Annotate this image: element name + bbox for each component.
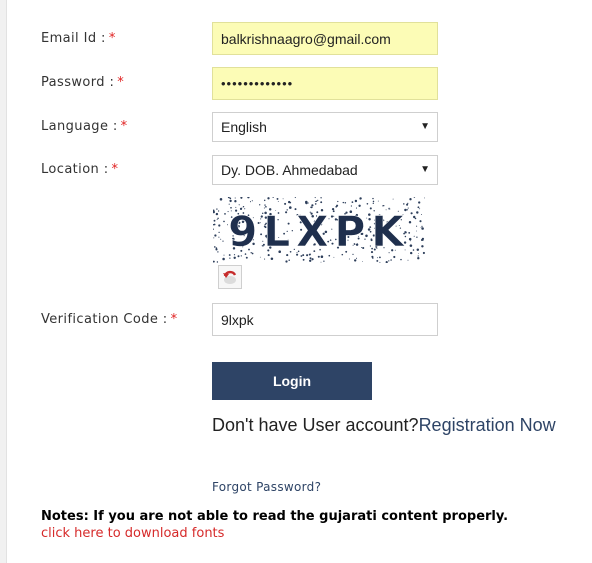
password-label-text: Password : <box>41 75 115 90</box>
chevron-down-icon: ▼ <box>420 121 430 132</box>
verification-label-text: Verification Code : <box>41 312 168 327</box>
verification-code-input[interactable] <box>212 303 438 336</box>
location-label-text: Location : <box>41 162 109 177</box>
language-label: Language : * <box>41 119 128 134</box>
required-marker: * <box>170 312 178 327</box>
required-marker: * <box>108 31 116 46</box>
notes-text: Notes: If you are not able to read the g… <box>41 509 509 524</box>
language-label-text: Language : <box>41 119 118 134</box>
password-input[interactable] <box>212 67 438 100</box>
login-button[interactable]: Login <box>212 362 372 400</box>
email-label: Email Id : * <box>41 31 116 46</box>
chevron-down-icon: ▼ <box>420 164 430 175</box>
registration-now-link[interactable]: Registration Now <box>419 415 556 435</box>
download-fonts-link[interactable]: click here to download fonts <box>41 526 224 541</box>
captcha-text: 9LXPK <box>228 207 410 256</box>
location-label: Location : * <box>41 162 118 177</box>
language-select[interactable]: English ▼ <box>212 112 438 142</box>
required-marker: * <box>120 119 128 134</box>
refresh-captcha-button[interactable] <box>218 265 242 289</box>
email-input[interactable] <box>212 22 438 55</box>
email-label-text: Email Id : <box>41 31 106 46</box>
registration-prompt: Don't have User account?Registration Now <box>212 415 562 435</box>
location-select[interactable]: Dy. DOB. Ahmedabad ▼ <box>212 155 438 185</box>
required-marker: * <box>111 162 119 177</box>
location-selected-value: Dy. DOB. Ahmedabad <box>221 162 358 178</box>
verification-label: Verification Code : * <box>41 312 177 327</box>
forgot-password-link[interactable]: Forgot Password? <box>212 480 321 494</box>
captcha-noise-icon: 9LXPK <box>212 196 426 264</box>
required-marker: * <box>117 75 125 90</box>
password-label: Password : * <box>41 75 124 90</box>
refresh-captcha-icon <box>223 270 237 284</box>
language-selected-value: English <box>221 119 267 135</box>
no-account-text: Don't have User account? <box>212 415 419 435</box>
captcha-image: 9LXPK <box>212 196 426 264</box>
